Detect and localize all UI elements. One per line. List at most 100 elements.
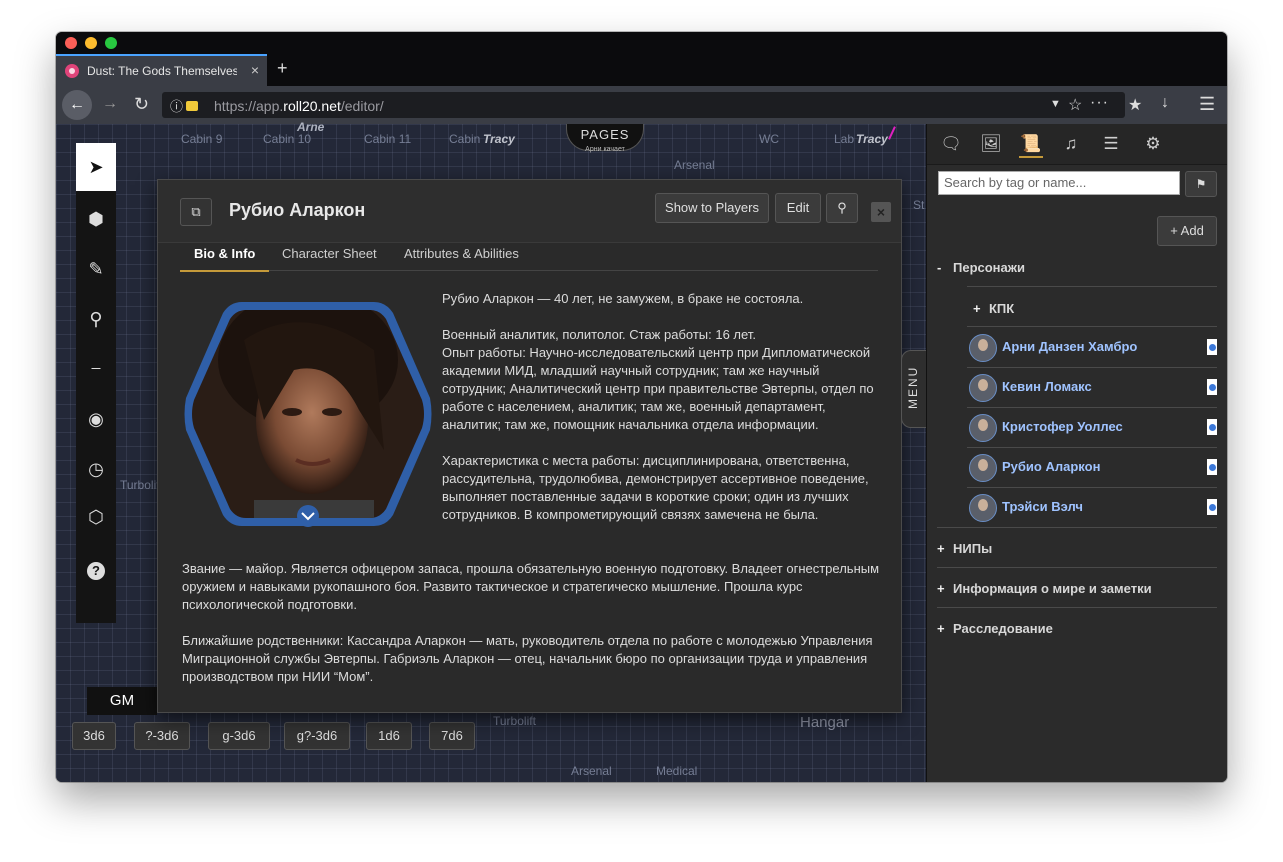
divider [967,286,1217,287]
map-label: Arsenal [571,764,612,778]
pin-icon[interactable] [1207,419,1217,435]
reload-button[interactable]: ↻ [134,94,149,115]
divider [937,527,1217,528]
bio-paragraph: Ближайшие родственники: Кассандра Аларко… [182,633,873,684]
tab-title: Dust: The Gods Themselves | [87,64,237,78]
zoom-search-icon[interactable]: ⚲ [826,193,858,223]
dice-macro-button[interactable]: g-3d6 [208,722,270,750]
folder-kpk[interactable]: + КПК [973,301,1227,316]
gm-indicator: GM [87,687,157,715]
tool-sidebar: ➤ ⬢ ✎ ⚲ ⎯ ◉ ◷ ⬡ ? [76,143,116,623]
bio-text-right: Рубио Аларкон — 40 лет, не замужем, в бр… [442,290,882,542]
dice-macro-button[interactable]: ?-3d6 [134,722,190,750]
art-library-icon[interactable]: 🖼 [979,132,1003,156]
character-item[interactable]: Рубио Аларкон [967,447,1217,488]
address-bar[interactable]: ⓘ https://app.roll20.net/editor/ ▼ ☆ ··· [162,92,1125,118]
settings-gear-icon[interactable]: ⚙ [1141,132,1165,156]
menu-toggle-tab[interactable]: MENU [901,350,926,428]
map-label: Tracy [856,132,888,146]
zoom-window-button[interactable] [105,37,117,49]
jukebox-icon[interactable]: ♫ [1059,132,1083,156]
minimize-window-button[interactable] [85,37,97,49]
tab-bio-info[interactable]: Bio & Info [180,244,270,272]
dice-macro-button[interactable]: g?-3d6 [284,722,350,750]
popout-icon[interactable]: ⧉ [180,198,212,226]
bio-paragraph: Рубио Аларкон — 40 лет, не замужем, в бр… [442,291,804,306]
character-item[interactable]: Трэйси Вэлч [967,487,1217,528]
info-icon[interactable]: ⓘ [170,96,183,115]
folder-npcs[interactable]: + НИПы [937,541,1215,556]
d20-icon[interactable]: ⬡ [76,493,116,541]
library-icon[interactable]: ★ [1128,95,1142,115]
tag-icon[interactable]: ⚑ [1185,171,1217,197]
help-icon[interactable]: ? [76,545,116,593]
bio-paragraph: Звание — майор. Является офицером запаса… [182,561,880,612]
zoom-icon[interactable]: ⚲ [76,295,116,343]
browser-tab[interactable]: Dust: The Gods Themselves | × [56,54,267,86]
pages-button[interactable]: PAGES Арни качает [566,124,644,153]
lock-icon [186,101,198,111]
character-item[interactable]: Арни Данзен Хамбро [967,327,1217,368]
close-dialog-button[interactable]: × [871,202,891,222]
tab-close-icon[interactable]: × [251,62,259,78]
dice-macro-button[interactable]: 7d6 [429,722,475,750]
forward-button[interactable]: → [102,95,118,113]
page-actions-dropdown-icon[interactable]: ▼ [1050,98,1061,110]
pin-icon[interactable] [1207,339,1217,355]
pin-icon[interactable] [1207,499,1217,515]
select-icon[interactable]: ➤ [76,143,116,191]
hamburger-menu-icon[interactable]: ☰ [1199,94,1215,115]
brush-icon[interactable]: ✎ [76,245,116,293]
folder-world-info[interactable]: + Информация о мире и заметки [937,581,1215,596]
avatar [969,374,997,402]
map-label: Arsenal [674,158,715,172]
character-portrait [184,302,432,527]
folder-label: КПК [989,301,1015,316]
download-icon[interactable]: ↓ [1161,94,1169,112]
map-label: Tracy [483,132,515,146]
folder-characters[interactable]: - Персонажи [937,260,1215,275]
character-item[interactable]: Кевин Ломакс [967,367,1217,408]
new-tab-button[interactable]: + [277,58,288,79]
expand-icon: + [937,541,945,556]
pages-sub-label: Арни качает [585,146,625,153]
add-button[interactable]: + Add [1157,216,1217,246]
tab-character-sheet[interactable]: Character Sheet [282,244,377,270]
bio-paragraph: Опыт работы: Научно-исследовательский це… [442,345,874,432]
avatar [969,334,997,362]
dice-macro-button[interactable]: 3d6 [72,722,116,750]
collapse-icon: - [937,260,942,275]
expand-icon: + [937,621,945,636]
bio-text-full: Звание — майор. Является офицером запаса… [182,560,882,704]
pin-icon[interactable] [1207,459,1217,475]
avatar [969,494,997,522]
dice-macro-button[interactable]: 1d6 [366,722,412,750]
character-item[interactable]: Кристофер Уоллес [967,407,1217,448]
bookmark-star-icon[interactable]: ☆ [1068,95,1082,115]
clock-icon[interactable]: ◷ [76,445,116,493]
back-button[interactable]: ← [62,90,92,120]
roll20-favicon-icon [65,64,79,78]
more-actions-icon[interactable]: ··· [1090,94,1109,112]
map-label: Cabin [449,132,481,146]
folder-investigation[interactable]: + Расследование [937,621,1215,636]
list-icon[interactable]: ☰ [1099,132,1123,156]
expand-icon: + [973,301,981,316]
show-to-players-button[interactable]: Show to Players [655,193,769,223]
pin-icon[interactable] [1207,379,1217,395]
chat-icon[interactable]: 🗨 [939,132,963,156]
menu-label: MENU [906,365,920,409]
folder-label: Расследование [953,621,1053,636]
map-label: Medical [656,764,698,778]
pink-marker [888,126,896,140]
ruler-icon[interactable]: ⎯ [76,343,116,391]
avatar [969,454,997,482]
close-window-button[interactable] [65,37,77,49]
journal-search-input[interactable]: Search by tag or name... [938,171,1180,195]
eye-icon[interactable]: ◉ [76,395,116,443]
journal-icon[interactable]: 📜 [1019,132,1043,158]
browser-window: Dust: The Gods Themselves | × + ← → ↻ ⓘ … [56,32,1227,782]
tab-attributes-abilities[interactable]: Attributes & Abilities [404,244,519,270]
cube-icon[interactable]: ⬢ [76,195,116,243]
edit-button[interactable]: Edit [775,193,821,223]
